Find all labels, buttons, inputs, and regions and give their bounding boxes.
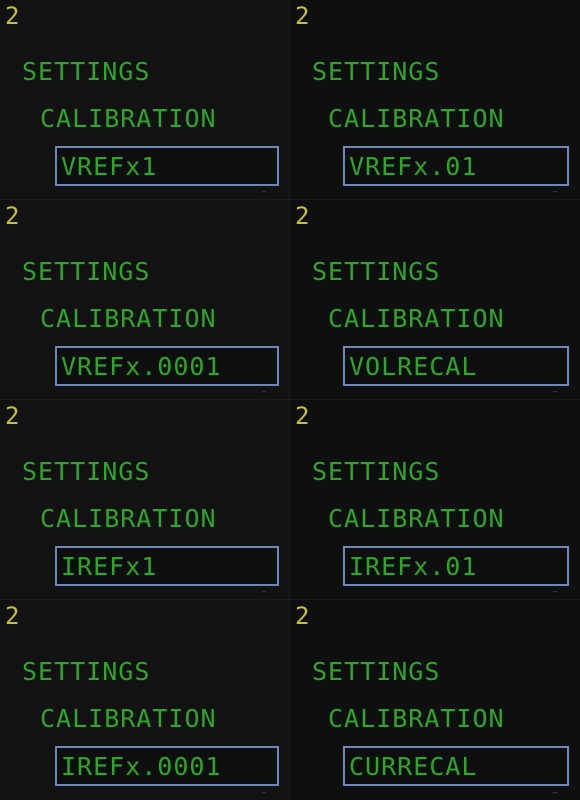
menu-item-label: VREFx.0001 bbox=[61, 352, 222, 381]
menu-item-label: VREFx.01 bbox=[349, 152, 478, 181]
settings-heading: SETTINGS bbox=[22, 657, 151, 686]
display-panel-vrefx01: 2 SETTINGS CALIBRATION VREFx.01 bbox=[290, 0, 580, 200]
display-panel-currecal: 2 SETTINGS CALIBRATION CURRECAL bbox=[290, 600, 580, 800]
selected-menu-item-irefx0001[interactable]: IREFx.0001 bbox=[55, 746, 279, 786]
screen-glare-mark bbox=[261, 191, 267, 195]
calibration-heading: CALIBRATION bbox=[328, 504, 505, 533]
screen-glare-mark bbox=[261, 591, 267, 595]
settings-heading: SETTINGS bbox=[312, 257, 441, 286]
calibration-heading: CALIBRATION bbox=[328, 704, 505, 733]
menu-item-label: VREFx1 bbox=[61, 152, 158, 181]
settings-heading: SETTINGS bbox=[22, 257, 151, 286]
settings-heading: SETTINGS bbox=[22, 457, 151, 486]
menu-level-number: 2 bbox=[5, 402, 21, 430]
settings-heading: SETTINGS bbox=[312, 657, 441, 686]
display-panel-vrefx1: 2 SETTINGS CALIBRATION VREFx1 bbox=[0, 0, 290, 200]
selected-menu-item-vrefx0001[interactable]: VREFx.0001 bbox=[55, 346, 279, 386]
screen-glare-mark bbox=[552, 792, 558, 796]
menu-level-number: 2 bbox=[5, 2, 21, 30]
screen-glare-mark bbox=[552, 391, 558, 395]
calibration-heading: CALIBRATION bbox=[328, 104, 505, 133]
selected-menu-item-volrecal[interactable]: VOLRECAL bbox=[343, 346, 569, 386]
screen-glare-mark bbox=[261, 792, 267, 796]
menu-item-label: IREFx.01 bbox=[349, 552, 478, 581]
calibration-heading: CALIBRATION bbox=[40, 504, 217, 533]
menu-item-label: CURRECAL bbox=[349, 752, 478, 781]
screen-glare-mark bbox=[552, 191, 558, 195]
menu-level-number: 2 bbox=[295, 602, 311, 630]
menu-level-number: 2 bbox=[5, 202, 21, 230]
selected-menu-item-currecal[interactable]: CURRECAL bbox=[343, 746, 569, 786]
screen-glare-mark bbox=[261, 391, 267, 395]
display-panel-irefx0001: 2 SETTINGS CALIBRATION IREFx.0001 bbox=[0, 600, 290, 800]
display-panel-irefx01: 2 SETTINGS CALIBRATION IREFx.01 bbox=[290, 400, 580, 600]
calibration-heading: CALIBRATION bbox=[40, 104, 217, 133]
menu-item-label: IREFx.0001 bbox=[61, 752, 222, 781]
display-panel-vrefx0001: 2 SETTINGS CALIBRATION VREFx.0001 bbox=[0, 200, 290, 400]
settings-heading: SETTINGS bbox=[312, 57, 441, 86]
settings-heading: SETTINGS bbox=[22, 57, 151, 86]
display-panel-irefx1: 2 SETTINGS CALIBRATION IREFx1 bbox=[0, 400, 290, 600]
menu-level-number: 2 bbox=[295, 402, 311, 430]
display-panel-volrecal: 2 SETTINGS CALIBRATION VOLRECAL bbox=[290, 200, 580, 400]
calibration-heading: CALIBRATION bbox=[328, 304, 505, 333]
selected-menu-item-irefx01[interactable]: IREFx.01 bbox=[343, 546, 569, 586]
selected-menu-item-vrefx1[interactable]: VREFx1 bbox=[55, 146, 279, 186]
calibration-heading: CALIBRATION bbox=[40, 304, 217, 333]
selected-menu-item-vrefx01[interactable]: VREFx.01 bbox=[343, 146, 569, 186]
menu-level-number: 2 bbox=[295, 2, 311, 30]
selected-menu-item-irefx1[interactable]: IREFx1 bbox=[55, 546, 279, 586]
screen-grid: 2 SETTINGS CALIBRATION VREFx1 2 SETTINGS… bbox=[0, 0, 580, 800]
settings-heading: SETTINGS bbox=[312, 457, 441, 486]
menu-item-label: IREFx1 bbox=[61, 552, 158, 581]
screen-glare-mark bbox=[552, 591, 558, 595]
menu-level-number: 2 bbox=[5, 602, 21, 630]
menu-item-label: VOLRECAL bbox=[349, 352, 478, 381]
calibration-heading: CALIBRATION bbox=[40, 704, 217, 733]
menu-level-number: 2 bbox=[295, 202, 311, 230]
